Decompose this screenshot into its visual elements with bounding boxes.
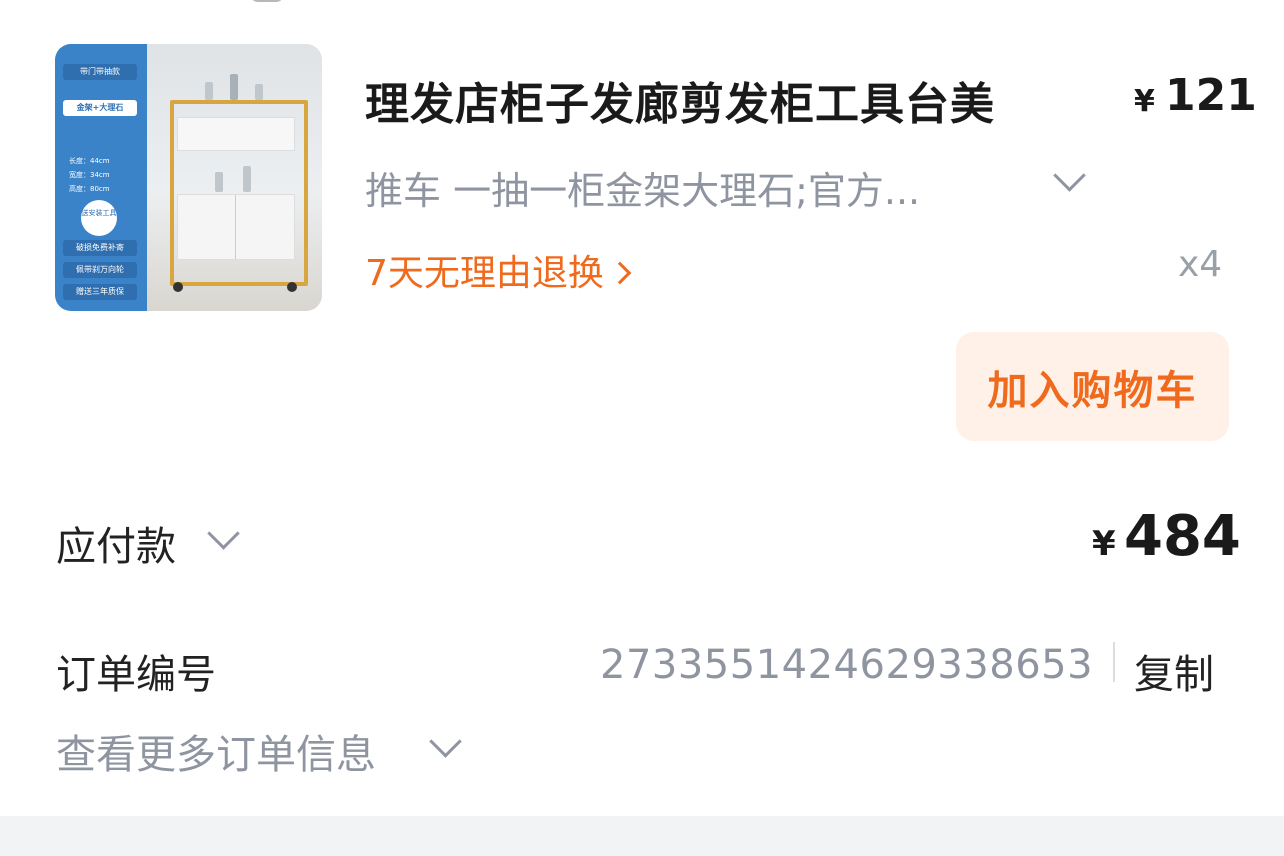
amount-due-value: 484 [1124,504,1241,569]
price-currency: ¥ [1134,84,1155,119]
thumbnail-bottle [215,172,223,192]
product-spec[interactable]: 推车 一抽一柜金架大理石;官方... [365,160,920,215]
thumbnail-bottle [255,84,263,100]
return-policy-label: 7天无理由退换 [365,253,604,294]
thumbnail-wheel [287,282,297,292]
order-number-value: 2733551424629338653 [600,642,1094,688]
thumbnail-bottle [243,166,251,192]
product-quantity: x4 [1178,244,1223,285]
thumbnail-badge: 送安装工具 [81,200,117,236]
order-number-label: 订单编号 [56,652,216,698]
amount-due-currency: ¥ [1092,524,1116,564]
amount-due-chevron-icon[interactable] [207,517,240,550]
thumbnail-promo-2: 佩带刹万向轮 [63,262,137,278]
thumbnail-bottle [205,82,213,100]
product-price: 121 [1165,70,1257,121]
product-title[interactable]: 理发店柜子发廊剪发柜工具台美 [365,68,995,132]
thumbnail-spec-width: 宽度：34cm [69,171,110,179]
more-info-chevron-icon[interactable] [429,725,462,758]
thumbnail-info-panel: 带门带抽款 金架+大理石 长度：44cm 宽度：34cm 高度：80cm 送安装… [55,44,147,311]
add-to-cart-button[interactable]: 加入购物车 [956,332,1229,441]
more-order-info-link[interactable]: 查看更多订单信息 [56,722,376,780]
thumbnail-spec-height: 高度：80cm [69,185,110,193]
previous-section-edge [0,0,1284,8]
thumbnail-wheel [173,282,183,292]
copy-order-number-button[interactable]: 复制 [1134,642,1214,700]
thumbnail-tag-top: 带门带抽款 [63,64,137,80]
section-separator [0,816,1284,856]
thumbnail-promo-3: 赠送三年质保 [63,284,137,300]
thumbnail-tag-material: 金架+大理石 [63,100,137,116]
thumbnail-cabinet [177,194,295,260]
product-thumbnail[interactable]: 带门带抽款 金架+大理石 长度：44cm 宽度：34cm 高度：80cm 送安装… [55,44,322,311]
thumbnail-drawer [177,117,295,151]
spec-expand-chevron-icon[interactable] [1053,159,1086,192]
thumbnail-bottle [230,74,238,100]
thumbnail-promo-1: 破损免费补寄 [63,240,137,256]
chevron-right-icon [608,261,632,285]
copy-divider [1113,642,1115,682]
thumbnail-spec-length: 长度：44cm [69,157,110,165]
amount-due-label[interactable]: 应付款 [56,514,176,572]
return-policy-link[interactable]: 7天无理由退换 [365,244,632,296]
